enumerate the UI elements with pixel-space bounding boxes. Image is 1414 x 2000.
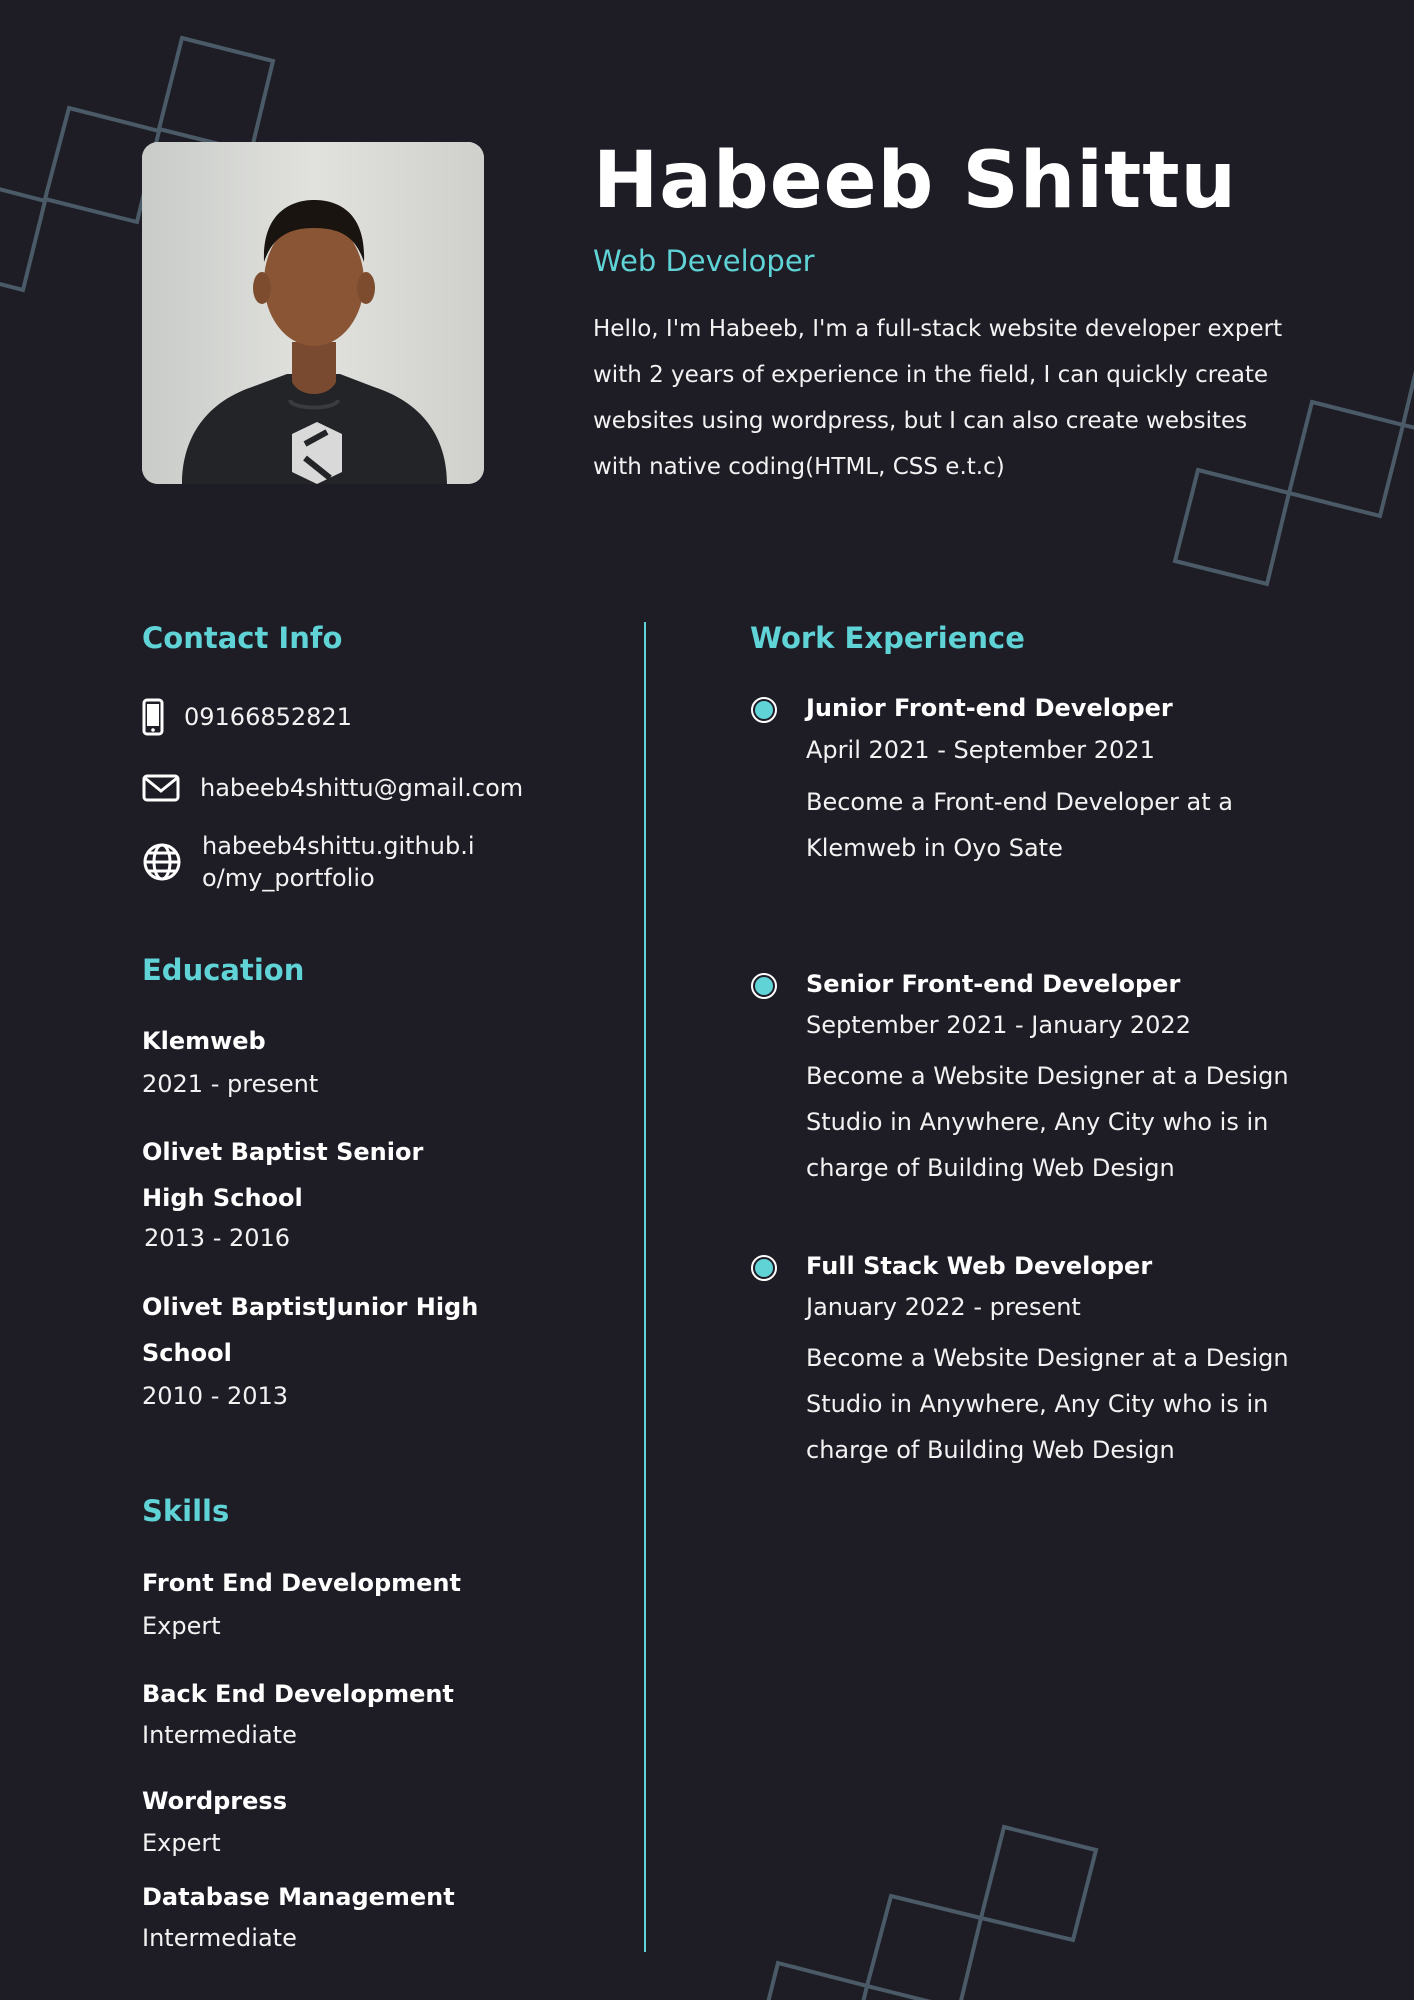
job-description: Become a Front-end Developer at a Klemwe… bbox=[806, 788, 1233, 862]
phone-icon bbox=[142, 698, 164, 736]
job-dates: January 2022 - present bbox=[806, 1293, 1081, 1321]
mail-icon bbox=[142, 774, 180, 802]
job-role: Web Developer bbox=[593, 244, 815, 278]
bottom-squares bbox=[766, 1824, 1099, 2000]
contact-website[interactable]: habeeb4shittu.github.i o/my_portfolio bbox=[142, 830, 475, 894]
education-school: Olivet Baptist Senior High School bbox=[142, 1138, 424, 1212]
phone-number: 09166852821 bbox=[184, 703, 352, 731]
job-description: Become a Website Designer at a Design St… bbox=[806, 1062, 1289, 1182]
job-title: Full Stack Web Developer bbox=[806, 1252, 1153, 1280]
skill-level: Expert bbox=[142, 1612, 221, 1640]
education-years: 2021 - present bbox=[142, 1070, 319, 1098]
job-title: Junior Front-end Developer bbox=[806, 694, 1173, 722]
contact-section-title: Contact Info bbox=[142, 621, 343, 655]
education-years: 2013 - 2016 bbox=[144, 1224, 291, 1252]
column-divider bbox=[644, 622, 646, 1952]
website-url-line1: habeeb4shittu.github.i bbox=[202, 832, 475, 860]
timeline-dot-icon bbox=[751, 973, 777, 999]
job-description: Become a Website Designer at a Design St… bbox=[806, 1344, 1289, 1464]
skill-name: Front End Development bbox=[142, 1569, 461, 1597]
education-section-title: Education bbox=[142, 953, 305, 987]
skill-level: Intermediate bbox=[142, 1924, 297, 1952]
bio-text: Hello, I'm Habeeb, I'm a full-stack webs… bbox=[593, 316, 1283, 480]
contact-phone[interactable]: 09166852821 bbox=[142, 698, 352, 736]
job-dates: April 2021 - September 2021 bbox=[806, 736, 1155, 764]
skill-name: Back End Development bbox=[142, 1680, 454, 1708]
education-school: Olivet BaptistJunior High School bbox=[142, 1293, 479, 1367]
website-url-line2: o/my_portfolio bbox=[202, 864, 375, 892]
skill-name: Database Management bbox=[142, 1883, 455, 1911]
job-dates: September 2021 - January 2022 bbox=[806, 1011, 1191, 1039]
skill-level: Expert bbox=[142, 1829, 221, 1857]
timeline-dot-icon bbox=[751, 697, 777, 723]
education-school: Klemweb bbox=[142, 1027, 266, 1055]
job-title: Senior Front-end Developer bbox=[806, 970, 1181, 998]
email-address: habeeb4shittu@gmail.com bbox=[200, 774, 524, 802]
education-years: 2010 - 2013 bbox=[142, 1382, 289, 1410]
profile-photo bbox=[142, 142, 484, 484]
contact-email[interactable]: habeeb4shittu@gmail.com bbox=[142, 772, 523, 804]
skill-name: Wordpress bbox=[142, 1787, 287, 1815]
experience-section-title: Work Experience bbox=[750, 621, 1025, 655]
person-name: Habeeb Shittu bbox=[593, 136, 1238, 226]
skills-section-title: Skills bbox=[142, 1494, 230, 1528]
website-url: habeeb4shittu.github.i o/my_portfolio bbox=[202, 830, 475, 894]
timeline-dot-icon bbox=[751, 1255, 777, 1281]
globe-icon bbox=[142, 842, 182, 882]
skill-level: Intermediate bbox=[142, 1721, 297, 1749]
